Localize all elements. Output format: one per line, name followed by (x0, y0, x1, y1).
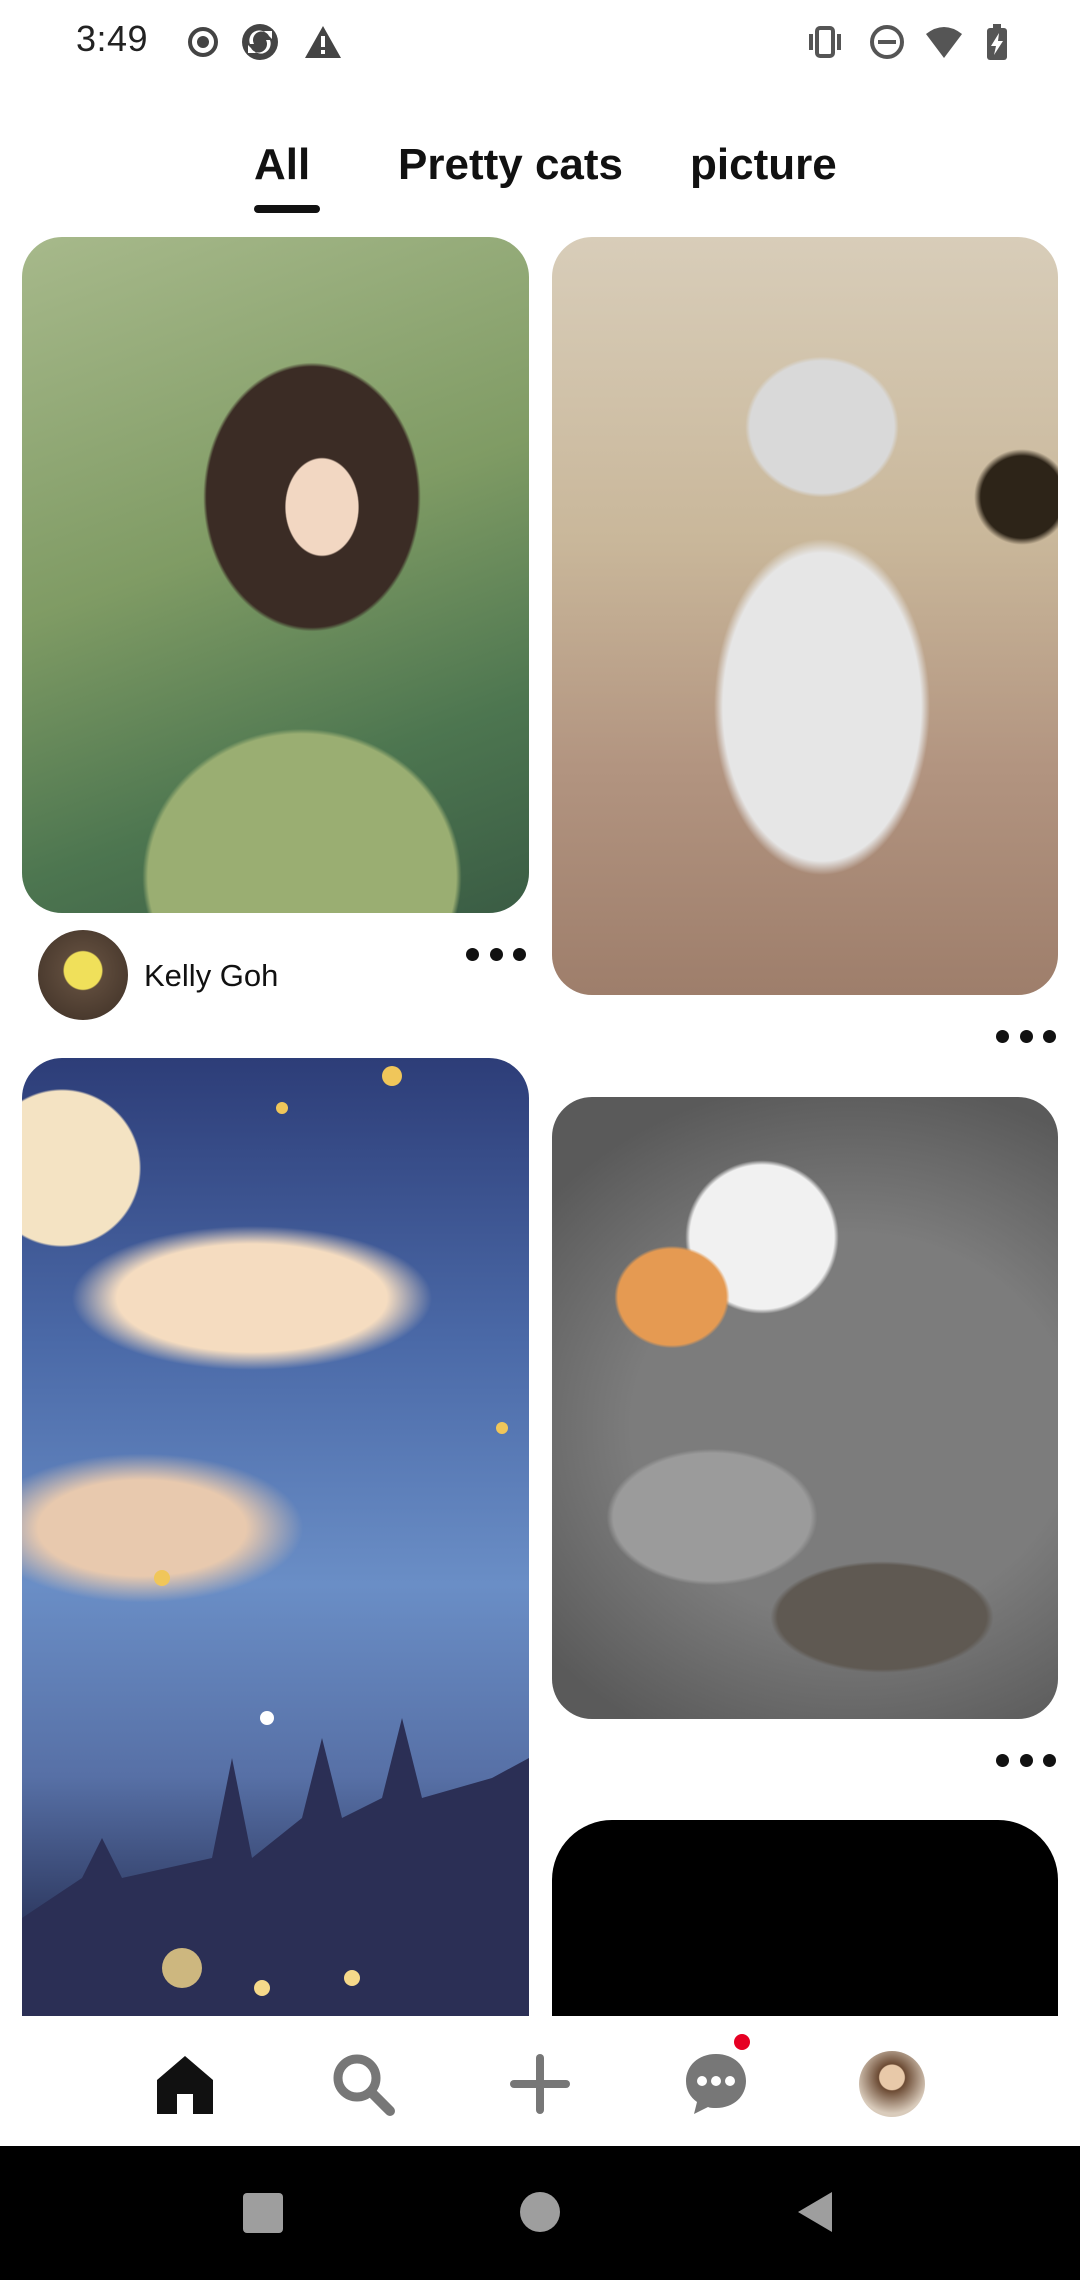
nav-home-button[interactable] (145, 2044, 225, 2124)
messages-icon (686, 2054, 746, 2114)
starry-city-art (22, 1066, 529, 2016)
status-bar: 3:49 (0, 0, 1080, 90)
pin-image-grey-kitten[interactable] (552, 237, 1058, 995)
pin-more-options-button[interactable] (996, 1026, 1056, 1046)
author-avatar[interactable] (38, 930, 128, 1020)
vibrate-icon (809, 26, 841, 58)
battery-charging-icon (987, 24, 1007, 60)
author-name[interactable]: Kelly Goh (144, 958, 278, 994)
nav-create-button[interactable] (500, 2044, 580, 2124)
search-icon (333, 2054, 395, 2116)
tab-picture[interactable]: picture (690, 140, 837, 190)
pin-image-girl-illustration[interactable] (22, 237, 529, 913)
recents-icon[interactable] (240, 2190, 286, 2236)
pin-image-kittens-pile[interactable] (552, 1097, 1058, 1719)
sync-icon (242, 24, 278, 60)
warning-icon (305, 26, 341, 58)
do-not-disturb-icon (870, 25, 904, 59)
pin-more-options-button[interactable] (466, 944, 526, 964)
create-icon (510, 2054, 570, 2114)
nav-search-button[interactable] (323, 2044, 403, 2124)
bottom-navigation (0, 2016, 1080, 2146)
system-navigation-bar (0, 2146, 1080, 2280)
pin-more-options-button[interactable] (996, 1750, 1056, 1770)
nav-profile-button[interactable] (852, 2044, 932, 2124)
nav-messages-button[interactable] (676, 2044, 756, 2124)
profile-avatar (859, 2051, 925, 2117)
record-icon (188, 27, 218, 57)
home-icon (157, 2056, 213, 2114)
pin-image-starry-city[interactable] (22, 1058, 529, 2016)
tab-selected-indicator (254, 205, 320, 213)
messages-notification-badge (734, 2034, 750, 2050)
tab-pretty-cats[interactable]: Pretty cats (398, 140, 623, 190)
status-time: 3:49 (76, 18, 149, 59)
wifi-icon (926, 27, 962, 58)
home-icon[interactable] (516, 2188, 564, 2236)
back-icon[interactable] (792, 2188, 840, 2236)
tab-all[interactable]: All (254, 140, 310, 190)
pin-image-black[interactable] (552, 1820, 1058, 2016)
